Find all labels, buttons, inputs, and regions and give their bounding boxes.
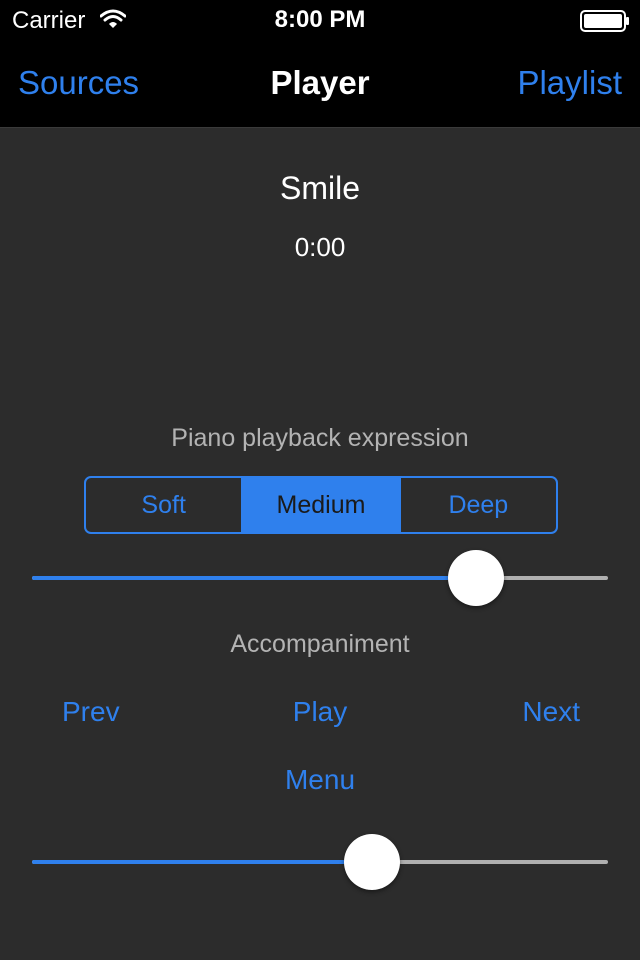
next-button[interactable]: Next	[522, 696, 580, 728]
accompaniment-label: Accompaniment	[230, 630, 410, 658]
status-bar: Carrier 8:00 PM	[0, 0, 640, 40]
song-time: 0:00	[294, 232, 346, 262]
expression-segmented-control: Soft Medium Deep	[84, 476, 558, 534]
accompaniment-slider[interactable]	[32, 832, 608, 892]
segment-soft[interactable]: Soft	[86, 478, 244, 532]
song-title: Smile	[279, 170, 360, 206]
expression-slider[interactable]	[32, 548, 608, 608]
battery-icon	[580, 10, 629, 32]
slider-fill	[32, 860, 372, 864]
slider-thumb[interactable]	[343, 834, 400, 890]
slider-fill	[32, 576, 476, 580]
playlist-button[interactable]: Playlist	[517, 64, 622, 102]
status-time: 8:00 PM	[274, 6, 366, 33]
segment-medium[interactable]: Medium	[243, 478, 401, 532]
navigation-bar: Sources Player Playlist	[0, 40, 640, 128]
slider-thumb[interactable]	[447, 550, 504, 606]
segment-deep[interactable]: Deep	[401, 478, 556, 532]
expression-label: Piano playback expression	[171, 424, 469, 452]
player-screen: Carrier 8:00 PM Sources Player Playlist …	[0, 0, 640, 960]
menu-button[interactable]: Menu	[0, 764, 640, 796]
